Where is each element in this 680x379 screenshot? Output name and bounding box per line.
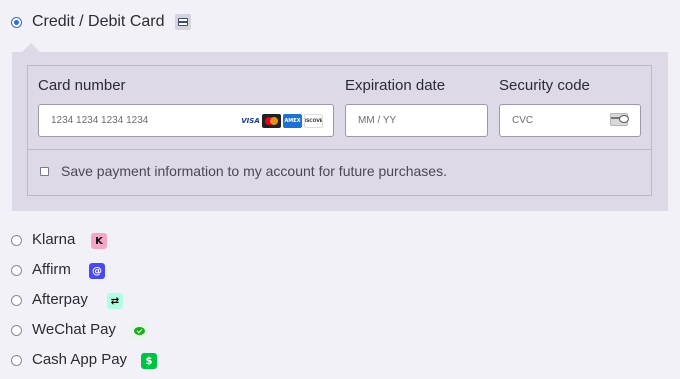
wechat-radio[interactable] — [11, 325, 22, 336]
card-fields-divider — [28, 149, 651, 150]
klarna-label[interactable]: Klarna — [32, 231, 75, 248]
expiration-placeholder: MM / YY — [358, 115, 397, 126]
cash-app-logo: $ — [141, 353, 157, 369]
affirm-label[interactable]: Affirm — [32, 261, 71, 278]
card-number-placeholder: 1234 1234 1234 1234 — [51, 115, 149, 126]
discover-logo: DISCOVER — [304, 114, 323, 128]
cvc-card-icon — [610, 113, 629, 126]
security-code-placeholder: CVC — [512, 115, 534, 126]
security-code-input[interactable]: CVC — [499, 104, 641, 137]
expiration-label: Expiration date — [345, 77, 446, 94]
save-payment-checkbox[interactable] — [40, 167, 49, 176]
cashapp-label[interactable]: Cash App Pay — [32, 351, 127, 368]
mastercard-logo — [262, 114, 281, 128]
panel-notch — [22, 43, 40, 52]
card-brands: VISA AMEX DISCOVER — [241, 114, 323, 128]
afterpay-logo: ⇄ — [107, 293, 123, 309]
afterpay-radio[interactable] — [11, 295, 22, 306]
card-number-label: Card number — [38, 77, 126, 94]
security-code-label: Security code — [499, 77, 590, 94]
amex-logo: AMEX — [283, 114, 302, 128]
card-method-label[interactable]: Credit / Debit Card — [32, 13, 165, 31]
card-number-input[interactable]: 1234 1234 1234 1234 VISA AMEX DISCOVER — [38, 104, 334, 137]
wechat-label[interactable]: WeChat Pay — [32, 321, 116, 338]
cashapp-radio[interactable] — [11, 355, 22, 366]
klarna-radio[interactable] — [11, 235, 22, 246]
credit-card-icon — [175, 14, 191, 30]
expiration-input[interactable]: MM / YY — [345, 104, 488, 137]
affirm-radio[interactable] — [11, 265, 22, 276]
wechat-logo — [131, 323, 147, 339]
save-payment-label[interactable]: Save payment information to my account f… — [61, 163, 447, 179]
klarna-logo: K — [91, 233, 107, 249]
affirm-logo: @ — [89, 263, 105, 279]
afterpay-label[interactable]: Afterpay — [32, 291, 88, 308]
visa-logo: VISA — [241, 114, 260, 128]
card-radio[interactable] — [11, 17, 22, 28]
